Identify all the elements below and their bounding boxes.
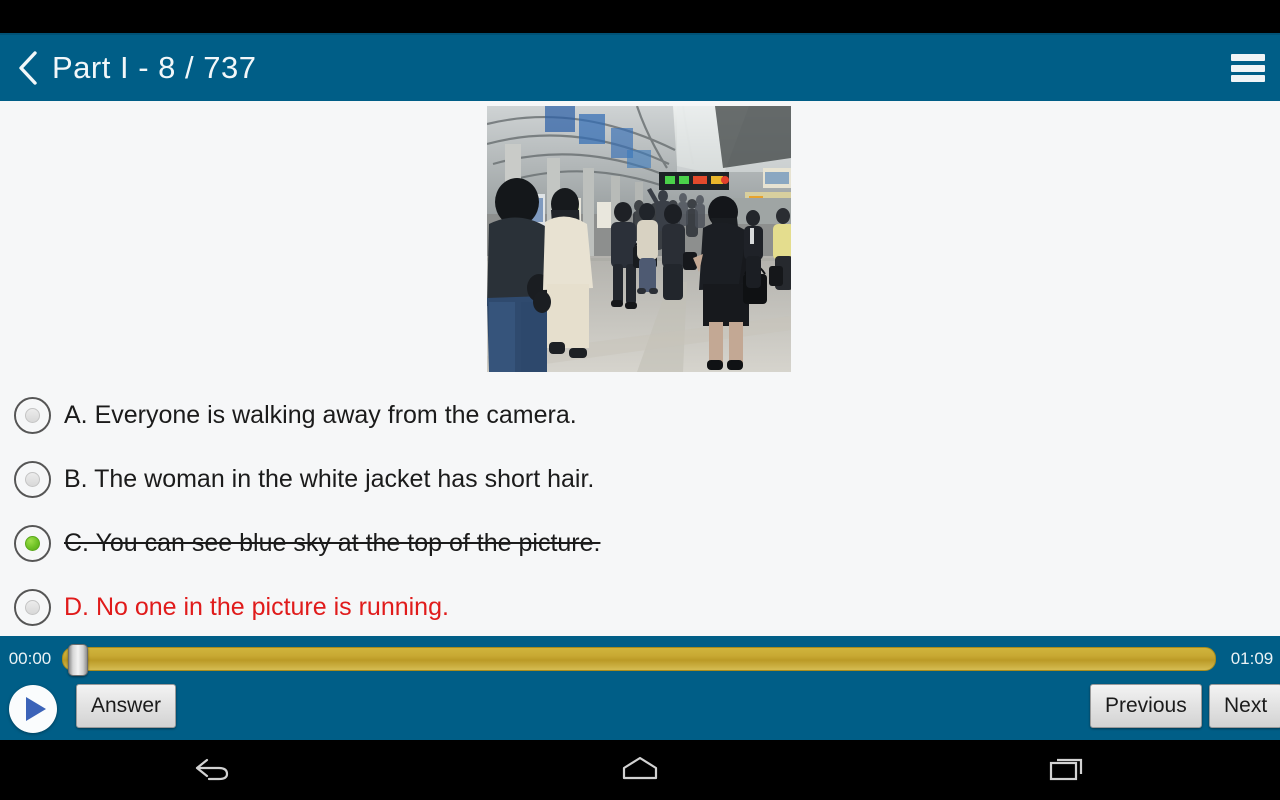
seek-bar[interactable] — [62, 644, 1216, 676]
answer-options: A. Everyone is walking away from the cam… — [0, 383, 1280, 636]
radio-dot-icon — [25, 599, 40, 615]
radio-button-d[interactable] — [14, 588, 51, 626]
android-home-button[interactable] — [580, 740, 700, 800]
audio-player-bar: 00:00 01:09 Answer Previous Next — [0, 636, 1280, 740]
app-root: Part I - 8 / 737 A. Everyone is walking … — [0, 0, 1280, 800]
chevron-left-icon — [17, 50, 39, 86]
back-button[interactable] — [6, 34, 50, 102]
question-content: A. Everyone is walking away from the cam… — [0, 101, 1280, 636]
option-label-b: B. The woman in the white jacket has sho… — [64, 464, 595, 493]
option-label-c: C. You can see blue sky at the top of th… — [64, 528, 601, 557]
radio-button-c[interactable] — [14, 524, 51, 562]
option-label-a: A. Everyone is walking away from the cam… — [64, 400, 577, 429]
option-row-b[interactable]: B. The woman in the white jacket has sho… — [0, 447, 1280, 511]
android-navigation-bar — [0, 740, 1280, 800]
total-time: 01:09 — [1230, 649, 1274, 668]
current-time: 00:00 — [8, 649, 52, 668]
radio-dot-selected-icon — [25, 535, 40, 551]
radio-button-b[interactable] — [14, 460, 51, 498]
question-image — [487, 106, 791, 372]
radio-button-a[interactable] — [14, 396, 51, 434]
hamburger-bar-3 — [1231, 75, 1265, 82]
seek-fill — [62, 647, 1216, 671]
answer-button[interactable]: Answer — [76, 684, 177, 728]
page-title: Part I - 8 / 737 — [52, 50, 257, 85]
android-home-icon — [618, 754, 662, 787]
android-recents-button[interactable] — [1007, 740, 1127, 800]
hamburger-bar-2 — [1231, 64, 1265, 72]
play-button[interactable] — [9, 685, 57, 733]
seek-row: 00:00 01:09 — [0, 636, 1280, 682]
option-row-a[interactable]: A. Everyone is walking away from the cam… — [0, 383, 1280, 447]
android-status-bar — [0, 0, 1280, 33]
radio-dot-icon — [25, 407, 40, 423]
android-recents-icon — [1047, 754, 1087, 787]
option-label-d: D. No one in the picture is running. — [64, 592, 449, 621]
option-row-d[interactable]: D. No one in the picture is running. — [0, 575, 1280, 636]
hamburger-bar-1 — [1231, 54, 1265, 61]
player-controls: Answer Previous Next — [0, 682, 1280, 740]
previous-button[interactable]: Previous — [1090, 684, 1202, 728]
seek-thumb[interactable] — [68, 644, 88, 676]
android-back-button[interactable] — [153, 740, 273, 800]
app-header: Part I - 8 / 737 — [0, 33, 1280, 101]
play-triangle-icon — [25, 697, 46, 721]
next-button[interactable]: Next — [1209, 684, 1280, 728]
hamburger-menu-icon[interactable] — [1231, 54, 1265, 82]
station-photo — [487, 106, 791, 372]
android-back-icon — [193, 755, 233, 786]
radio-dot-icon — [25, 471, 40, 487]
option-row-c[interactable]: C. You can see blue sky at the top of th… — [0, 511, 1280, 575]
